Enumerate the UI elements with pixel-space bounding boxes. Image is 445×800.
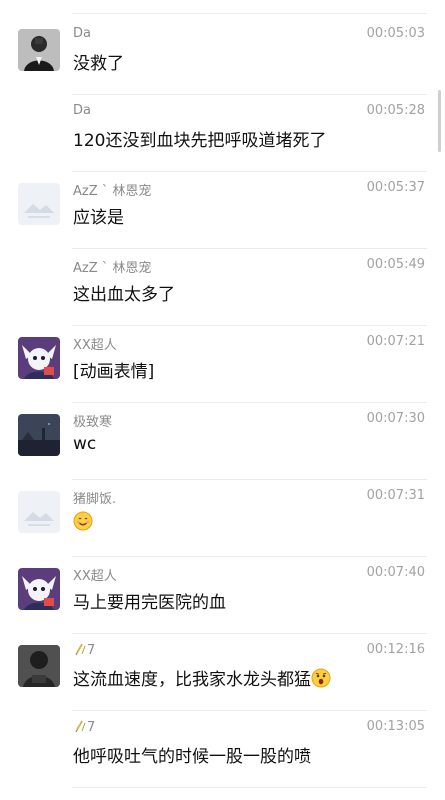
message-text[interactable]: 他呼吸吐气的时候一股一股的喷 [73, 742, 311, 767]
sender-name: XX超人 [73, 569, 117, 584]
anime-character-avatar-icon [18, 568, 60, 610]
shocked-face-emoji-icon [311, 668, 331, 688]
timestamp: 00:05:49 [366, 257, 425, 272]
divider [72, 787, 427, 788]
avatar[interactable] [18, 29, 60, 71]
avatar[interactable] [18, 337, 60, 379]
chat-message[interactable]: Da 00:05:03 没救了 [0, 17, 445, 94]
night-scene-avatar-icon [18, 414, 60, 456]
sender-name-text: 7 [87, 720, 96, 735]
sender-name: AzZ ` 林恩宠 [73, 261, 152, 276]
sender-name: AzZ ` 林恩宠 [73, 184, 152, 199]
sender-name: 猪脚饭. [73, 492, 117, 507]
message-text[interactable]: wc [73, 434, 96, 454]
message-text[interactable]: 马上要用完医院的血 [73, 588, 226, 613]
chat-message[interactable]: AzZ ` 林恩宠 00:05:37 应该是 [0, 171, 445, 248]
chat-message[interactable]: XX超人 00:07:40 马上要用完医院的血 [0, 556, 445, 633]
message-text[interactable]: 这出血太多了 [73, 280, 175, 305]
rice-ear-icon [75, 720, 86, 733]
image-placeholder-icon [18, 183, 60, 225]
timestamp: 00:07:21 [366, 334, 425, 349]
chat-message[interactable]: AzZ ` 林恩宠 00:05:49 这出血太多了 [0, 248, 445, 325]
message-text[interactable]: [动画表情] [73, 357, 154, 382]
sender-name: Da [73, 103, 91, 118]
sender-name-text: 7 [87, 643, 96, 658]
chat-message[interactable]: 7 00:13:05 他呼吸吐气的时候一股一股的喷 [0, 710, 445, 787]
timestamp: 00:05:37 [366, 180, 425, 195]
dark-figure-avatar-icon [18, 645, 60, 687]
sender-name: 7 [73, 642, 95, 658]
sender-name: 极致寒 [73, 415, 113, 430]
avatar[interactable] [18, 568, 60, 610]
sender-name: 7 [73, 719, 95, 735]
timestamp: 00:05:03 [366, 26, 425, 41]
message-text[interactable] [73, 511, 93, 533]
chat-message[interactable]: XX超人 00:07:21 [动画表情] [0, 325, 445, 402]
anime-character-avatar-icon [18, 337, 60, 379]
avatar[interactable] [18, 414, 60, 456]
message-text-content: 这流血速度，比我家水龙头都猛 [73, 670, 311, 690]
message-text[interactable]: 120还没到血块先把呼吸道堵死了 [73, 126, 326, 151]
sender-name: XX超人 [73, 338, 117, 353]
divider [72, 13, 427, 14]
timestamp: 00:07:40 [366, 565, 425, 580]
person-photo-avatar-icon [18, 29, 60, 71]
message-text[interactable]: 应该是 [73, 203, 124, 228]
avatar[interactable] [18, 183, 60, 225]
chat-message[interactable]: Da 00:05:28 120还没到血块先把呼吸道堵死了 [0, 94, 445, 171]
timestamp: 00:05:28 [366, 103, 425, 118]
sender-name: Da [73, 26, 91, 41]
chat-message[interactable]: 极致寒 00:07:30 wc [0, 402, 445, 479]
smiling-face-emoji-icon [73, 511, 93, 531]
chat-message[interactable]: 猪脚饭. 00:07:31 [0, 479, 445, 556]
message-text[interactable]: 没救了 [73, 49, 124, 74]
timestamp: 00:07:31 [366, 488, 425, 503]
timestamp: 00:07:30 [366, 411, 425, 426]
timestamp: 00:12:16 [366, 642, 425, 657]
avatar[interactable] [18, 491, 60, 533]
image-placeholder-icon [18, 491, 60, 533]
chat-message[interactable]: 7 00:12:16 这流血速度，比我家水龙头都猛 [0, 633, 445, 710]
chat-message-list[interactable]: Da 00:05:03 没救了 Da 00:05:28 120还没到血块先把呼吸… [0, 0, 445, 800]
scrollbar-thumb[interactable] [438, 90, 441, 152]
avatar[interactable] [18, 645, 60, 687]
timestamp: 00:13:05 [366, 719, 425, 734]
message-text[interactable]: 这流血速度，比我家水龙头都猛 [73, 665, 331, 690]
rice-ear-icon [75, 643, 86, 656]
